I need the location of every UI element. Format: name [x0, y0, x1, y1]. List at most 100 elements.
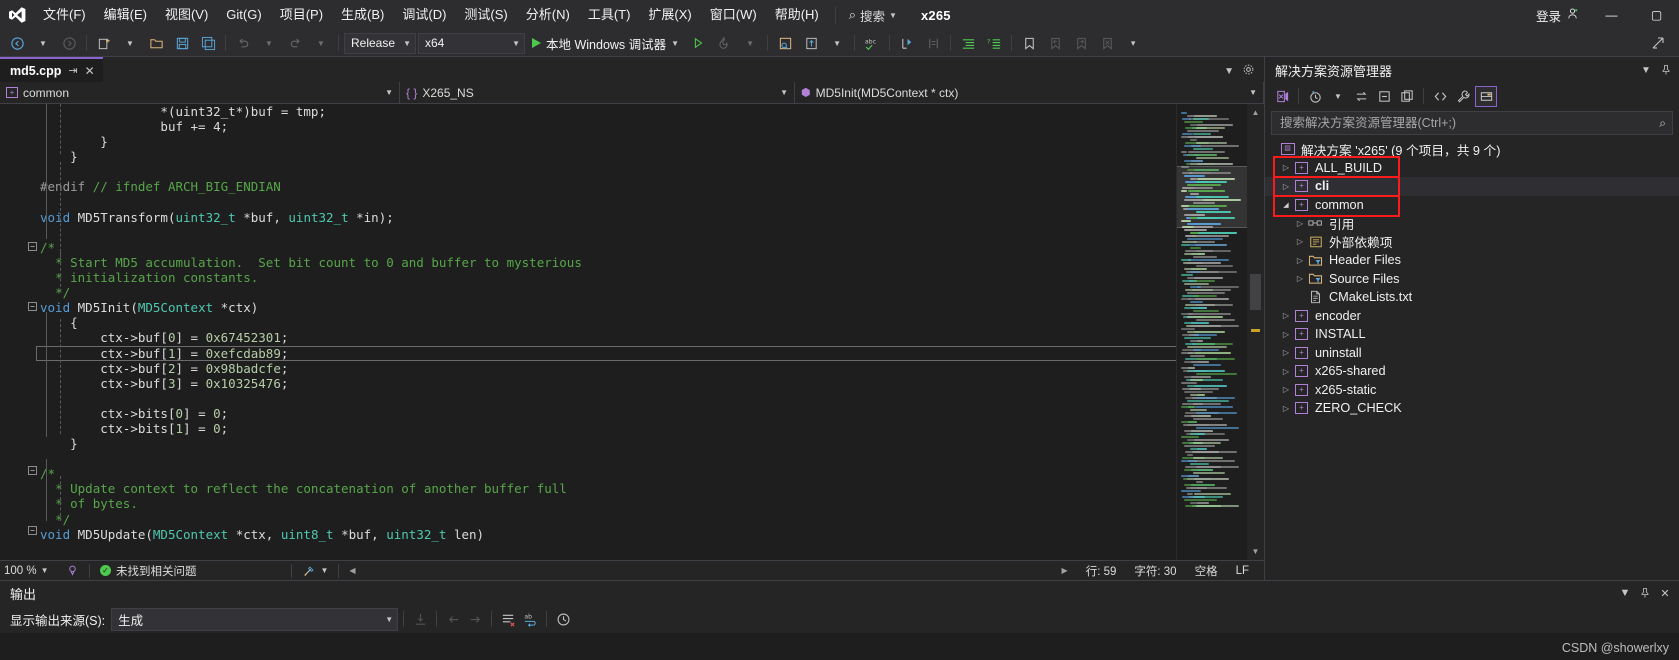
- close-icon[interactable]: ✕: [85, 64, 95, 78]
- issue-status[interactable]: ✓ 未找到相关问题: [96, 563, 201, 579]
- toolbar-overflow-button[interactable]: ▾: [1120, 32, 1146, 54]
- expand-arrow-collapsed-icon[interactable]: ▷: [1279, 330, 1293, 339]
- next-bookmark-button[interactable]: [1068, 32, 1094, 54]
- uncomment-lines-button[interactable]: ?: [981, 32, 1007, 54]
- menu-item-view[interactable]: 视图(V): [156, 0, 217, 30]
- nav-namespace-dropdown[interactable]: { } X265_NS ▼: [400, 82, 795, 103]
- go-to-previous-message-icon[interactable]: [442, 609, 464, 630]
- sign-in-button[interactable]: 登录: [1526, 6, 1589, 25]
- tab-list-chevron-icon[interactable]: ▼: [1221, 66, 1237, 77]
- spell-check-button[interactable]: abc: [859, 32, 885, 54]
- menu-item-project[interactable]: 项目(P): [271, 0, 332, 30]
- output-source-combo[interactable]: 生成 ▼: [111, 607, 399, 631]
- find-message-in-code-icon[interactable]: [409, 609, 431, 630]
- expand-arrow-collapsed-icon[interactable]: ▷: [1279, 348, 1293, 357]
- solution-configuration-combo[interactable]: Release ▼: [344, 32, 416, 54]
- expand-arrow-collapsed-icon[interactable]: ▷: [1293, 219, 1307, 228]
- start-without-debugging-button[interactable]: [685, 32, 711, 54]
- pin-icon[interactable]: ⇥: [68, 64, 77, 77]
- expand-arrow-collapsed-icon[interactable]: ▷: [1279, 311, 1293, 320]
- menu-item-build[interactable]: 生成(B): [332, 0, 393, 30]
- glyph-margin[interactable]: [14, 104, 36, 560]
- horizontal-scroll-right-arrow[interactable]: ▶: [1053, 566, 1077, 575]
- menu-item-test[interactable]: 测试(S): [455, 0, 516, 30]
- navigate-forward-button[interactable]: [56, 32, 82, 54]
- indicator-margin[interactable]: [0, 104, 14, 560]
- clear-all-icon[interactable]: [497, 609, 519, 630]
- select-next-item-button[interactable]: [798, 32, 824, 54]
- tree-item-header-files[interactable]: ▷ Header Files: [1265, 251, 1679, 270]
- tree-item-x265-shared[interactable]: ▷ + x265-shared: [1265, 362, 1679, 381]
- tree-item--[interactable]: ▷ 引用: [1265, 214, 1679, 233]
- close-icon[interactable]: ✕: [1657, 585, 1673, 601]
- expand-arrow-collapsed-icon[interactable]: ▷: [1293, 274, 1307, 283]
- vertical-scrollbar[interactable]: ▲ ▼: [1247, 104, 1264, 560]
- fold-toggle-md5init[interactable]: −: [28, 302, 37, 311]
- scroll-up-arrow[interactable]: ▲: [1247, 104, 1264, 121]
- hot-reload-button[interactable]: [711, 32, 737, 54]
- comment-lines-button[interactable]: [955, 32, 981, 54]
- select-next-dropdown[interactable]: ▼: [824, 32, 850, 54]
- preview-selected-items-button[interactable]: [772, 32, 798, 54]
- tab-settings-gear-icon[interactable]: [1239, 63, 1258, 79]
- tree-item--[interactable]: ▷ 外部依赖项: [1265, 233, 1679, 252]
- code-surface[interactable]: *(uint32_t*)buf = tmp; buf += 4; } } #en…: [0, 104, 1176, 560]
- panel-menu-chevron-icon[interactable]: ▼: [1637, 61, 1655, 79]
- tree-item-install[interactable]: ▷ + INSTALL: [1265, 325, 1679, 344]
- open-file-button[interactable]: [143, 32, 169, 54]
- fold-toggle-comment-1[interactable]: −: [28, 242, 37, 251]
- go-to-definition-button[interactable]: [894, 32, 920, 54]
- toggle-word-wrap-icon[interactable]: ab: [519, 609, 541, 630]
- pin-icon[interactable]: [1637, 585, 1653, 601]
- expand-arrow-expanded-icon[interactable]: ◢: [1279, 201, 1293, 209]
- undo-dropdown[interactable]: ▼: [256, 32, 282, 54]
- sync-with-active-document-icon[interactable]: [1350, 86, 1372, 107]
- navigate-backward-dropdown[interactable]: ▼: [30, 32, 56, 54]
- pin-icon[interactable]: [1657, 61, 1675, 79]
- menu-item-help[interactable]: 帮助(H): [766, 0, 828, 30]
- view-code-icon[interactable]: [1429, 86, 1451, 107]
- tree-item-uninstall[interactable]: ▷ + uninstall: [1265, 344, 1679, 363]
- feedback-icon[interactable]: [1645, 32, 1671, 54]
- properties-window-icon[interactable]: [1475, 85, 1497, 107]
- show-all-files-icon[interactable]: [1396, 86, 1418, 107]
- solution-tree[interactable]: ▨ 解决方案 'x265' (9 个项目，共 9 个) ▷ + ALL_BUILD ▷…: [1265, 138, 1679, 580]
- menu-item-tools[interactable]: 工具(T): [579, 0, 640, 30]
- go-to-next-message-icon[interactable]: [464, 609, 486, 630]
- pending-changes-clock-icon[interactable]: [1304, 86, 1326, 107]
- menu-item-debug[interactable]: 调试(D): [393, 0, 455, 30]
- properties-wrench-icon[interactable]: [1452, 86, 1474, 107]
- hot-reload-dropdown[interactable]: ▼: [737, 32, 763, 54]
- tree-item-source-files[interactable]: ▷ Source Files: [1265, 270, 1679, 289]
- new-project-button[interactable]: [91, 32, 117, 54]
- nav-member-dropdown[interactable]: ⬢ MD5Init(MD5Context * ctx) ▼: [795, 82, 1264, 103]
- minimap[interactable]: [1176, 104, 1247, 560]
- expand-arrow-collapsed-icon[interactable]: ▷: [1293, 237, 1307, 246]
- previous-bookmark-button[interactable]: [1042, 32, 1068, 54]
- menu-item-analyze[interactable]: 分析(N): [517, 0, 579, 30]
- navigate-backward-button[interactable]: [4, 32, 30, 54]
- search-input[interactable]: [1278, 115, 1660, 131]
- tree-item-cmakelists-txt[interactable]: CMakeLists.txt: [1265, 288, 1679, 307]
- tree-item-x265-static[interactable]: ▷ + x265-static: [1265, 381, 1679, 400]
- menu-item-window[interactable]: 窗口(W): [701, 0, 766, 30]
- tree-item-cli[interactable]: ▷ + cli: [1265, 177, 1679, 196]
- menu-item-edit[interactable]: 编辑(E): [95, 0, 156, 30]
- fold-toggle-md5update[interactable]: −: [28, 526, 37, 535]
- expand-arrow-collapsed-icon[interactable]: ▷: [1279, 404, 1293, 413]
- solution-platform-combo[interactable]: x64 ▼: [418, 32, 525, 54]
- save-button[interactable]: [169, 32, 195, 54]
- zoom-level-combo[interactable]: 100 % ▼: [0, 561, 62, 580]
- expand-arrow-collapsed-icon[interactable]: ▷: [1279, 385, 1293, 394]
- tree-item-all-build[interactable]: ▷ + ALL_BUILD: [1265, 159, 1679, 178]
- minimize-button[interactable]: —: [1589, 0, 1634, 30]
- menu-item-git[interactable]: Git(G): [217, 0, 270, 30]
- maximize-button[interactable]: ▢: [1634, 0, 1679, 30]
- save-all-button[interactable]: [195, 32, 221, 54]
- intellisense-status-icon[interactable]: [62, 564, 83, 577]
- solution-explorer-search[interactable]: ⌕: [1271, 111, 1673, 135]
- nav-project-dropdown[interactable]: + common ▼: [0, 82, 400, 103]
- horizontal-scroll-left-arrow[interactable]: ◀: [345, 566, 359, 575]
- new-project-dropdown[interactable]: ▼: [117, 32, 143, 54]
- solution-explorer-home-icon[interactable]: [1271, 86, 1293, 107]
